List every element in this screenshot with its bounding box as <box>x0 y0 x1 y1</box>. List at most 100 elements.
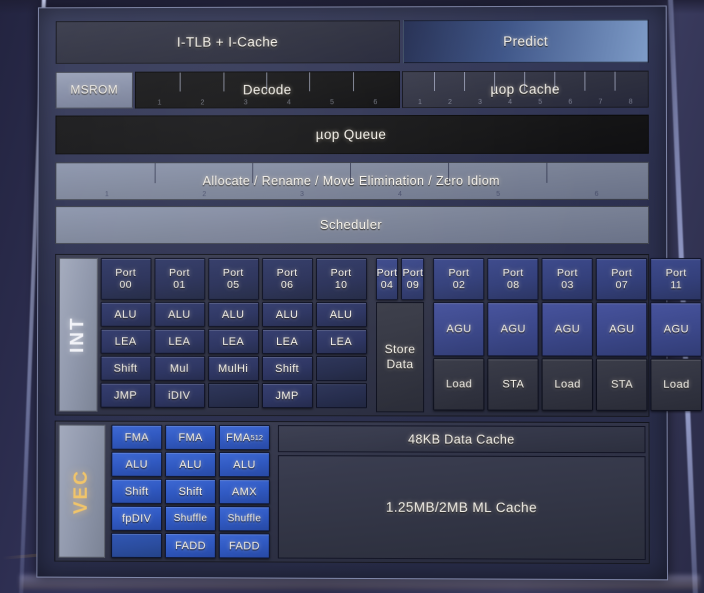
int-unit[interactable]: Shift <box>261 355 313 382</box>
vec-unit[interactable]: FMA <box>165 424 217 450</box>
vec-unit[interactable]: AMX <box>218 479 270 505</box>
vec-unit[interactable]: ALU <box>219 452 270 478</box>
vec-unit-fma512[interactable]: FMA 512 <box>219 424 271 451</box>
block-msrom[interactable]: MSROM <box>55 71 133 110</box>
port-header-07[interactable]: Port 07 <box>596 258 648 301</box>
block-uop-queue[interactable]: µop Queue <box>55 115 649 155</box>
agu-port-column: Port 11 AGU Load <box>650 258 703 413</box>
port-word: Port <box>556 267 578 280</box>
block-ml-cache[interactable]: 1.25MB/2MB ML Cache <box>277 455 646 561</box>
port-header-04[interactable]: Port 04 <box>375 258 399 301</box>
block-itlb-icache[interactable]: I-TLB + I-Cache <box>55 20 400 64</box>
uop-cache-lane: 4 <box>495 92 525 107</box>
vec-column: FMA ALU Shift Shuffle FADD <box>164 424 217 559</box>
int-unit[interactable]: LEA <box>100 328 151 354</box>
int-unit[interactable]: iDIV <box>153 382 205 408</box>
block-store-data[interactable]: Store Data <box>375 302 425 413</box>
int-unit[interactable]: LEA <box>207 328 259 354</box>
int-unit[interactable]: ALU <box>261 301 313 328</box>
int-unit[interactable]: ALU <box>100 301 152 327</box>
int-unit[interactable]: MulHi <box>207 355 259 381</box>
block-decode[interactable]: Decode 1 2 3 4 5 6 <box>134 70 401 109</box>
allocate-lane: 3 <box>253 184 351 199</box>
agu-unit[interactable]: AGU <box>650 302 703 357</box>
int-unit[interactable]: LEA <box>261 328 313 355</box>
vec-unit[interactable]: Shift <box>111 478 163 504</box>
port-number: 09 <box>406 279 420 292</box>
int-unit[interactable]: JMP <box>100 382 151 408</box>
store-data-group: Port 04 Port 09 Store Data <box>375 258 425 413</box>
uop-cache-lane-markers: 1 2 3 4 5 6 7 8 <box>405 92 646 107</box>
port-header-03[interactable]: Port 03 <box>541 258 594 301</box>
int-unit[interactable]: ALU <box>207 301 259 327</box>
port-header-09[interactable]: Port 09 <box>401 258 425 301</box>
vec-column: FMA ALU Shift fpDIV <box>111 424 163 559</box>
port-word: Port <box>115 266 137 279</box>
vec-unit[interactable]: FADD <box>218 533 270 559</box>
fma512-subscript: 512 <box>250 433 263 443</box>
port-header-00[interactable]: Port 00 <box>100 257 152 300</box>
block-scheduler[interactable]: Scheduler <box>55 205 650 245</box>
agu-unit[interactable]: AGU <box>541 302 594 357</box>
agu-unit[interactable]: AGU <box>596 302 648 357</box>
port-number: 06 <box>280 278 294 291</box>
mem-op-unit[interactable]: Load <box>650 358 703 412</box>
allocate-lane: 4 <box>351 184 449 199</box>
mem-op-unit[interactable]: STA <box>487 358 539 411</box>
port-header-11[interactable]: Port 11 <box>650 258 703 301</box>
execution-area: INT Port 00 ALU LEA Shift JMP Port 01 AL… <box>54 253 703 565</box>
int-unit[interactable]: ALU <box>153 301 205 327</box>
mem-op-unit[interactable]: Load <box>541 358 594 411</box>
vec-unit[interactable]: ALU <box>165 451 217 478</box>
vec-unit[interactable]: fpDIV <box>111 505 163 531</box>
port-number: 01 <box>173 278 186 291</box>
port-header-02[interactable]: Port 02 <box>433 258 485 301</box>
vec-unit[interactable]: Shuffle <box>165 505 216 532</box>
int-port-group: Port 00 ALU LEA Shift JMP Port 01 ALU LEA … <box>100 257 367 412</box>
vec-column: FMA 512 ALU AMX Shuffle FADD <box>218 424 271 559</box>
vec-unit[interactable]: FMA <box>111 424 163 450</box>
int-unit[interactable]: LEA <box>153 328 205 354</box>
agu-port-group: Port 02 AGU Load Port 08 AGU STA Port 03… <box>433 258 703 413</box>
int-unit[interactable]: Shift <box>100 355 151 381</box>
cache-column: 48KB Data Cache 1.25MB/2MB ML Cache <box>277 425 646 561</box>
port-word: Port <box>330 266 352 280</box>
vec-unit[interactable]: ALU <box>111 451 163 477</box>
block-allocate-rename[interactable]: Allocate / Rename / Move Elimination / Z… <box>55 161 650 200</box>
mem-op-unit[interactable]: STA <box>596 358 648 411</box>
port-header-06[interactable]: Port 06 <box>261 257 313 300</box>
decode-lane: 2 <box>181 93 224 108</box>
vector-unit-grid: FMA ALU Shift fpDIV FMA ALU Shift Shuffl… <box>108 424 271 559</box>
block-uop-cache[interactable]: µop Cache 1 2 3 4 5 6 7 8 <box>401 70 649 109</box>
vec-unit[interactable]: Shift <box>165 478 217 505</box>
port-word: Port <box>611 267 633 280</box>
port-header-10[interactable]: Port 10 <box>315 257 367 301</box>
mem-op-unit[interactable]: Load <box>433 358 485 411</box>
itlb-icache-label: I-TLB + I-Cache <box>176 34 279 50</box>
agu-unit[interactable]: AGU <box>487 302 539 357</box>
int-unit[interactable]: JMP <box>261 382 313 409</box>
int-unit[interactable]: LEA <box>315 329 367 355</box>
vec-label-text: VEC <box>70 468 92 514</box>
port-header-01[interactable]: Port 01 <box>154 257 205 300</box>
fetch-row: I-TLB + I-Cache Predict <box>55 19 649 64</box>
decode-lane: 5 <box>310 93 353 108</box>
port-number: 08 <box>506 279 520 292</box>
vector-cache-band: VEC FMA ALU Shift fpDIV FMA ALU Shift Sh… <box>54 420 650 565</box>
port-number: 10 <box>334 279 348 292</box>
predict-label: Predict <box>503 33 549 49</box>
allocate-lane: 2 <box>156 184 254 199</box>
agu-port-column: Port 02 AGU Load <box>433 258 485 413</box>
port-header-08[interactable]: Port 08 <box>487 258 539 301</box>
agu-port-column: Port 03 AGU Load <box>541 258 594 413</box>
block-data-cache[interactable]: 48KB Data Cache <box>277 425 646 454</box>
block-predict[interactable]: Predict <box>402 19 649 63</box>
port-header-05[interactable]: Port 05 <box>207 257 259 300</box>
port-word: Port <box>502 267 524 280</box>
int-unit[interactable]: ALU <box>315 302 367 328</box>
agu-unit[interactable]: AGU <box>433 302 485 357</box>
vec-unit[interactable]: FADD <box>164 532 216 559</box>
vec-unit[interactable]: Shuffle <box>218 506 270 532</box>
int-unit[interactable]: Mul <box>153 355 205 381</box>
uop-cache-lane: 8 <box>628 99 633 107</box>
